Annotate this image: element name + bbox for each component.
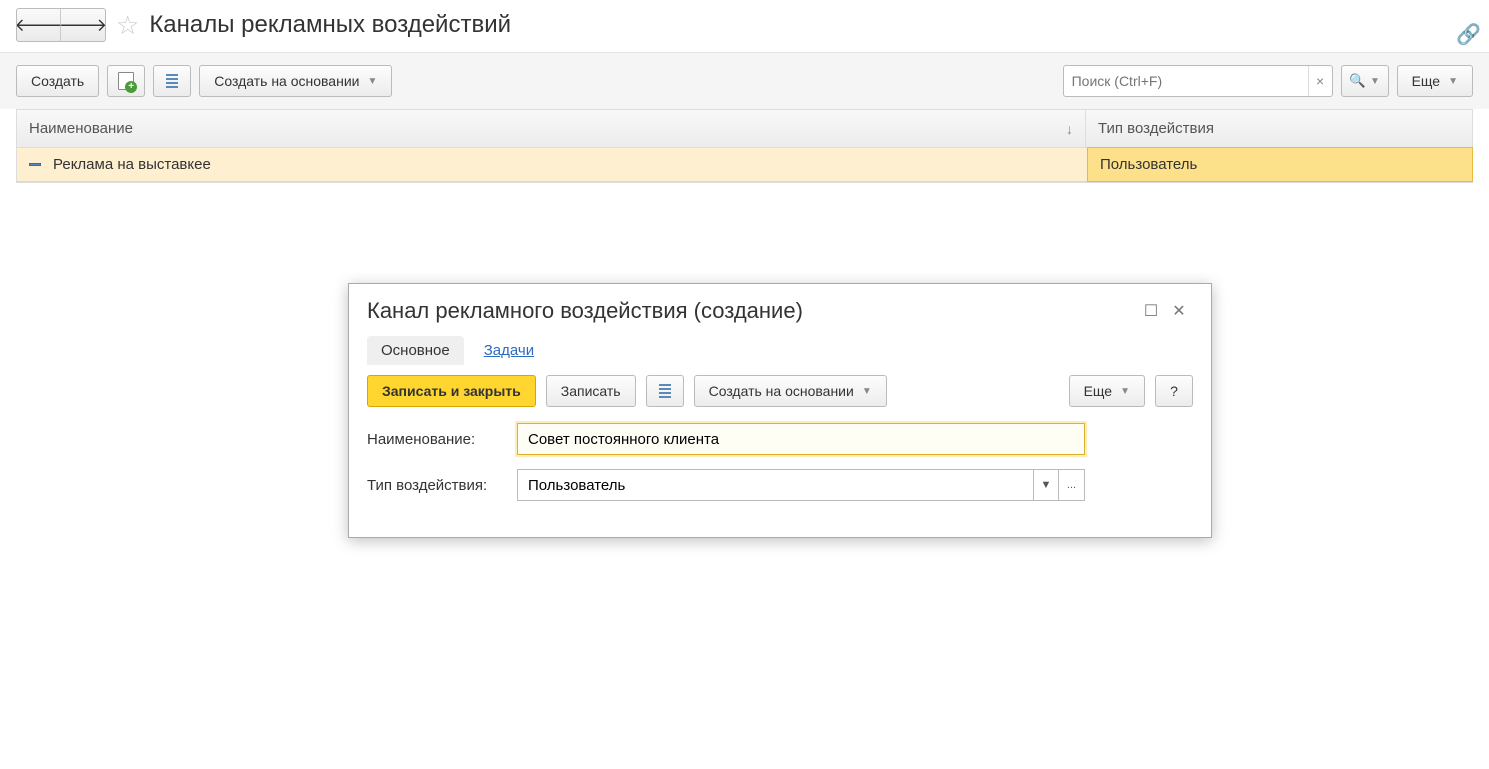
save-button[interactable]: Записать xyxy=(546,375,636,407)
type-label: Тип воздействия: xyxy=(367,477,517,494)
more-label: Еще xyxy=(1412,73,1441,89)
row-item-icon xyxy=(29,163,41,166)
forward-button[interactable]: 🡒 xyxy=(61,9,105,41)
form-row-name: Наименование: xyxy=(367,423,1193,455)
chevron-down-icon: ▼ xyxy=(862,386,872,397)
list-icon xyxy=(166,74,178,88)
search-button[interactable]: 🔍 ▼ xyxy=(1341,65,1389,97)
search-clear-button[interactable]: × xyxy=(1308,66,1332,96)
dialog-more-button[interactable]: Еще ▼ xyxy=(1069,375,1145,407)
create-based-on-label: Создать на основании xyxy=(214,73,359,89)
tab-tasks[interactable]: Задачи xyxy=(470,336,548,365)
cell-text: Реклама на выставкее xyxy=(53,156,211,173)
chevron-down-icon: ▼ xyxy=(1370,76,1380,87)
cell-type: Пользователь xyxy=(1087,147,1473,182)
favorite-star-icon[interactable]: ☆ xyxy=(116,10,139,41)
dialog-title: Канал рекламного воздействия (создание) xyxy=(367,298,1137,324)
column-header-name[interactable]: Наименование ↓ xyxy=(17,110,1086,147)
dialog-toolbar: Записать и закрыть Записать Создать на о… xyxy=(349,365,1211,417)
save-close-button[interactable]: Записать и закрыть xyxy=(367,375,536,407)
list-button[interactable] xyxy=(153,65,191,97)
sort-icon: ↓ xyxy=(1066,121,1073,137)
cell-name: Реклама на выставкее xyxy=(17,148,1088,181)
name-label: Наименование: xyxy=(367,431,517,448)
search-icon: 🔍 xyxy=(1349,73,1366,89)
type-input[interactable] xyxy=(517,469,1033,501)
dialog-maximize-icon[interactable]: ☐ xyxy=(1137,301,1165,321)
cell-text: Пользователь xyxy=(1100,156,1197,173)
chevron-down-icon: ▼ xyxy=(1448,76,1458,87)
type-select: ▼ ... xyxy=(517,469,1085,501)
create-button[interactable]: Создать xyxy=(16,65,99,97)
form-row-type: Тип воздействия: ▼ ... xyxy=(367,469,1193,501)
dialog-tabs: Основное Задачи xyxy=(349,332,1211,365)
main-toolbar: Создать Создать на основании ▼ × 🔍 ▼ Еще… xyxy=(0,52,1489,109)
create-dialog: Канал рекламного воздействия (создание) … xyxy=(348,283,1212,538)
type-dropdown-button[interactable]: ▼ xyxy=(1033,469,1059,501)
help-button[interactable]: ? xyxy=(1155,375,1193,407)
back-button[interactable]: 🡐 xyxy=(17,9,61,41)
table-row[interactable]: Реклама на выставкее Пользователь xyxy=(17,148,1472,182)
page-title: Каналы рекламных воздействий xyxy=(149,11,511,39)
column-label: Тип воздействия xyxy=(1098,120,1214,137)
tab-main[interactable]: Основное xyxy=(367,336,464,365)
nav-group: 🡐 🡒 xyxy=(16,8,106,42)
link-icon[interactable]: 🔗 xyxy=(1456,22,1481,47)
data-table: Наименование ↓ Тип воздействия Реклама н… xyxy=(16,109,1473,183)
type-lookup-button[interactable]: ... xyxy=(1059,469,1085,501)
search-box: × xyxy=(1063,65,1333,97)
chevron-down-icon: ▼ xyxy=(367,76,377,87)
chevron-down-icon: ▼ xyxy=(1120,386,1130,397)
column-label: Наименование xyxy=(29,120,133,137)
dialog-header: Канал рекламного воздействия (создание) … xyxy=(349,284,1211,332)
chevron-down-icon: ▼ xyxy=(1041,479,1052,491)
dialog-create-based-on-button[interactable]: Создать на основании ▼ xyxy=(694,375,887,407)
table-header: Наименование ↓ Тип воздействия xyxy=(17,110,1472,148)
list-button[interactable] xyxy=(646,375,684,407)
document-plus-icon xyxy=(118,72,134,90)
name-input[interactable] xyxy=(517,423,1085,455)
column-header-type[interactable]: Тип воздействия xyxy=(1086,110,1472,147)
more-button[interactable]: Еще ▼ xyxy=(1397,65,1473,97)
label: Еще xyxy=(1084,383,1113,399)
dialog-form: Наименование: Тип воздействия: ▼ ... xyxy=(349,417,1211,537)
search-input[interactable] xyxy=(1064,73,1308,89)
create-copy-button[interactable] xyxy=(107,65,145,97)
label: Создать на основании xyxy=(709,383,854,399)
create-based-on-button[interactable]: Создать на основании ▼ xyxy=(199,65,392,97)
list-icon xyxy=(659,384,671,398)
dialog-close-icon[interactable]: ✕ xyxy=(1165,301,1193,321)
page-header: 🡐 🡒 ☆ Каналы рекламных воздействий 🔗 xyxy=(0,0,1489,42)
